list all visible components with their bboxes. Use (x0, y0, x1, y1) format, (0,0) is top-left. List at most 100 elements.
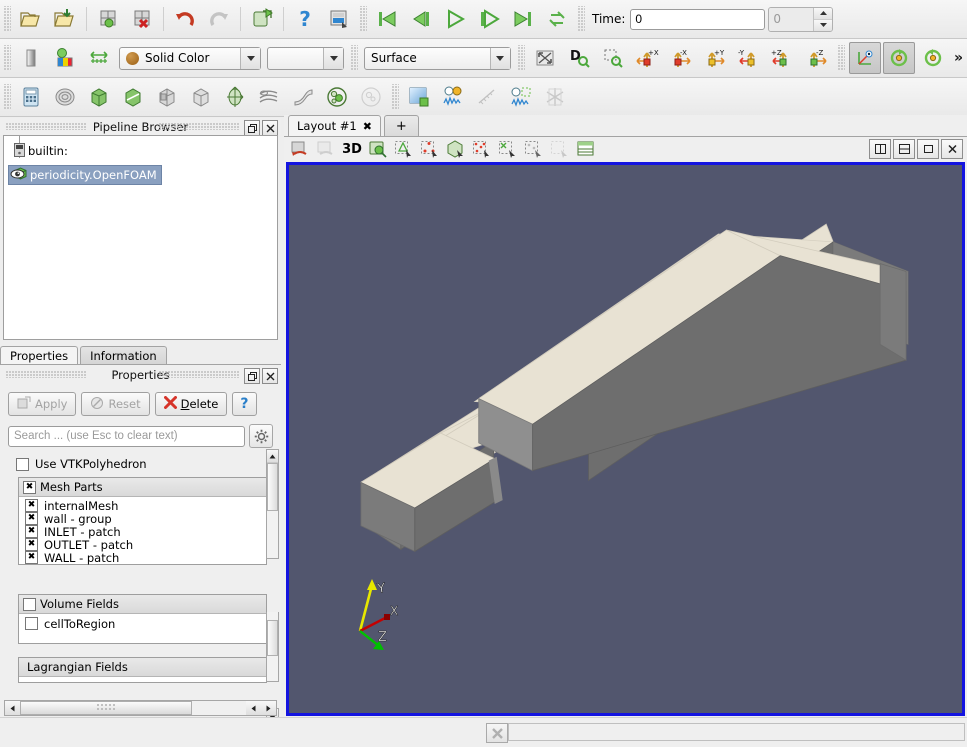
open-recent-icon[interactable] (49, 3, 81, 35)
spin-up-icon[interactable] (814, 7, 833, 20)
pipeline-browser-list[interactable]: builtin: periodicity.OpenFOAM (3, 135, 278, 340)
mesh-part-checkbox[interactable] (25, 512, 38, 525)
pipeline-selected-item[interactable]: periodicity.OpenFOAM (8, 165, 162, 185)
properties-help-button[interactable]: ? (232, 392, 257, 416)
settings-gear-icon[interactable] (249, 424, 273, 448)
tab-properties[interactable]: Properties (0, 346, 79, 365)
close-layout-icon[interactable]: ✖ (363, 120, 372, 133)
first-frame-icon[interactable] (371, 3, 403, 35)
clear-selection-icon[interactable] (548, 138, 572, 160)
minus-y-icon[interactable]: -Y (733, 42, 765, 74)
time-frame-spinner[interactable]: 0 (768, 6, 834, 32)
scrollbar-thumb[interactable] (267, 463, 278, 511)
maximize-view-button[interactable] (917, 139, 939, 159)
toolbar-grip[interactable] (3, 6, 11, 32)
spreadsheet-icon[interactable] (574, 138, 598, 160)
close-panel-icon[interactable] (262, 120, 278, 136)
volume-field-checkbox[interactable] (25, 617, 38, 630)
toolbar-grip[interactable] (391, 84, 399, 110)
toolbar-grip[interactable] (350, 45, 359, 71)
extract-subset-filter-icon[interactable] (185, 81, 217, 113)
progress-abort-icon[interactable] (486, 723, 508, 743)
open-file-icon[interactable] (15, 3, 47, 35)
chevron-down-icon[interactable] (240, 47, 261, 69)
time-input[interactable] (630, 8, 766, 30)
color-by-combo[interactable]: Solid Color (119, 46, 262, 70)
float-panel-icon[interactable] (244, 120, 260, 136)
use-vtk-polyhedron-checkbox[interactable] (16, 457, 29, 471)
previous-frame-icon[interactable] (405, 3, 437, 35)
list-item[interactable]: internalMesh (19, 499, 266, 513)
extract-level-filter-icon[interactable] (355, 81, 387, 113)
volume-fields-header[interactable]: Volume Fields (19, 595, 266, 614)
edit-color-map-icon[interactable] (15, 42, 47, 74)
pipeline-item-builtin[interactable]: builtin: (4, 142, 277, 160)
properties-vertical-scrollbar[interactable] (266, 449, 279, 559)
clip-filter-icon[interactable] (83, 81, 115, 113)
plot-over-line-icon[interactable] (471, 81, 503, 113)
reset-button[interactable]: Reset (81, 392, 150, 416)
select-cells-on-icon[interactable] (392, 138, 416, 160)
plus-x-icon[interactable]: +X (631, 42, 663, 74)
add-layout-button[interactable]: + (383, 115, 419, 136)
list-item[interactable]: OUTLET - patch (19, 538, 266, 552)
rotate-axis-icon[interactable] (848, 42, 881, 74)
select-points-through-icon[interactable] (470, 138, 494, 160)
tab-layout-1[interactable]: Layout #1 ✖ (288, 115, 381, 136)
reset-camera-icon[interactable] (529, 42, 561, 74)
select-block-icon[interactable] (496, 138, 520, 160)
view-type-label[interactable]: 3D (340, 138, 364, 160)
slice-filter-icon[interactable] (117, 81, 149, 113)
plus-y-icon[interactable]: +Y (699, 42, 731, 74)
connect-server-icon[interactable] (246, 3, 278, 35)
toolbar-grip[interactable] (836, 45, 845, 71)
visibility-eye-icon[interactable] (10, 168, 25, 183)
properties-vertical-scrollbar-lower[interactable] (266, 612, 279, 682)
list-item[interactable]: cellToRegion (19, 617, 266, 631)
rescale-custom-range-icon[interactable] (83, 42, 115, 74)
redo-camera-icon[interactable] (314, 138, 338, 160)
undo-camera-icon[interactable] (288, 138, 312, 160)
rotate-90-cw-icon[interactable] (917, 42, 949, 74)
mesh-part-checkbox[interactable] (25, 525, 38, 538)
toolbar-grip[interactable] (3, 45, 11, 71)
toolbar-grip[interactable] (516, 45, 525, 71)
undo-icon[interactable] (169, 3, 201, 35)
minus-z-icon[interactable]: -Z (801, 42, 833, 74)
mesh-part-checkbox[interactable] (25, 499, 38, 512)
render-view[interactable]: Y X Z (286, 162, 965, 716)
help-icon[interactable]: ? (289, 3, 321, 35)
render-view-canvas[interactable]: Y X Z (289, 165, 962, 713)
close-panel-icon[interactable] (262, 368, 278, 384)
select-cells-through-icon[interactable] (444, 138, 468, 160)
scroll-up-button[interactable] (267, 450, 278, 463)
spin-down-icon[interactable] (814, 19, 833, 31)
connectivity-filter-icon[interactable] (539, 81, 571, 113)
toolbar-grip[interactable] (3, 84, 11, 110)
plot-selection-over-time-icon[interactable] (505, 81, 537, 113)
scroll-right-button[interactable] (261, 701, 276, 715)
zoom-to-data-icon[interactable]: D (563, 42, 595, 74)
last-frame-icon[interactable] (507, 3, 539, 35)
scrollbar-thumb[interactable] (20, 701, 192, 715)
color-map-combo[interactable] (267, 46, 345, 70)
use-vtk-polyhedron-row[interactable]: Use VTKPolyhedron (0, 453, 281, 471)
minus-x-icon[interactable]: -X (665, 42, 697, 74)
close-view-button[interactable] (941, 139, 963, 159)
list-item[interactable]: INLET - patch (19, 525, 266, 539)
split-horizontal-button[interactable] (869, 139, 891, 159)
toolbar-grip[interactable] (359, 6, 367, 32)
group-datasets-filter-icon[interactable] (321, 81, 353, 113)
mesh-part-checkbox[interactable] (25, 551, 38, 564)
threshold-filter-icon[interactable] (151, 81, 183, 113)
rotate-90-ccw-icon[interactable] (882, 42, 915, 74)
calculator-filter-icon[interactable] (15, 81, 47, 113)
representation-combo[interactable]: Surface (364, 46, 511, 70)
list-item[interactable]: wall - group (19, 512, 266, 526)
chevron-down-icon[interactable] (489, 47, 510, 69)
chevron-down-icon[interactable] (323, 47, 344, 69)
plus-z-icon[interactable]: +Z (767, 42, 799, 74)
properties-horizontal-scrollbar[interactable] (4, 700, 277, 716)
redo-icon[interactable] (203, 3, 235, 35)
toolbar-overflow-button[interactable]: » (950, 50, 967, 66)
